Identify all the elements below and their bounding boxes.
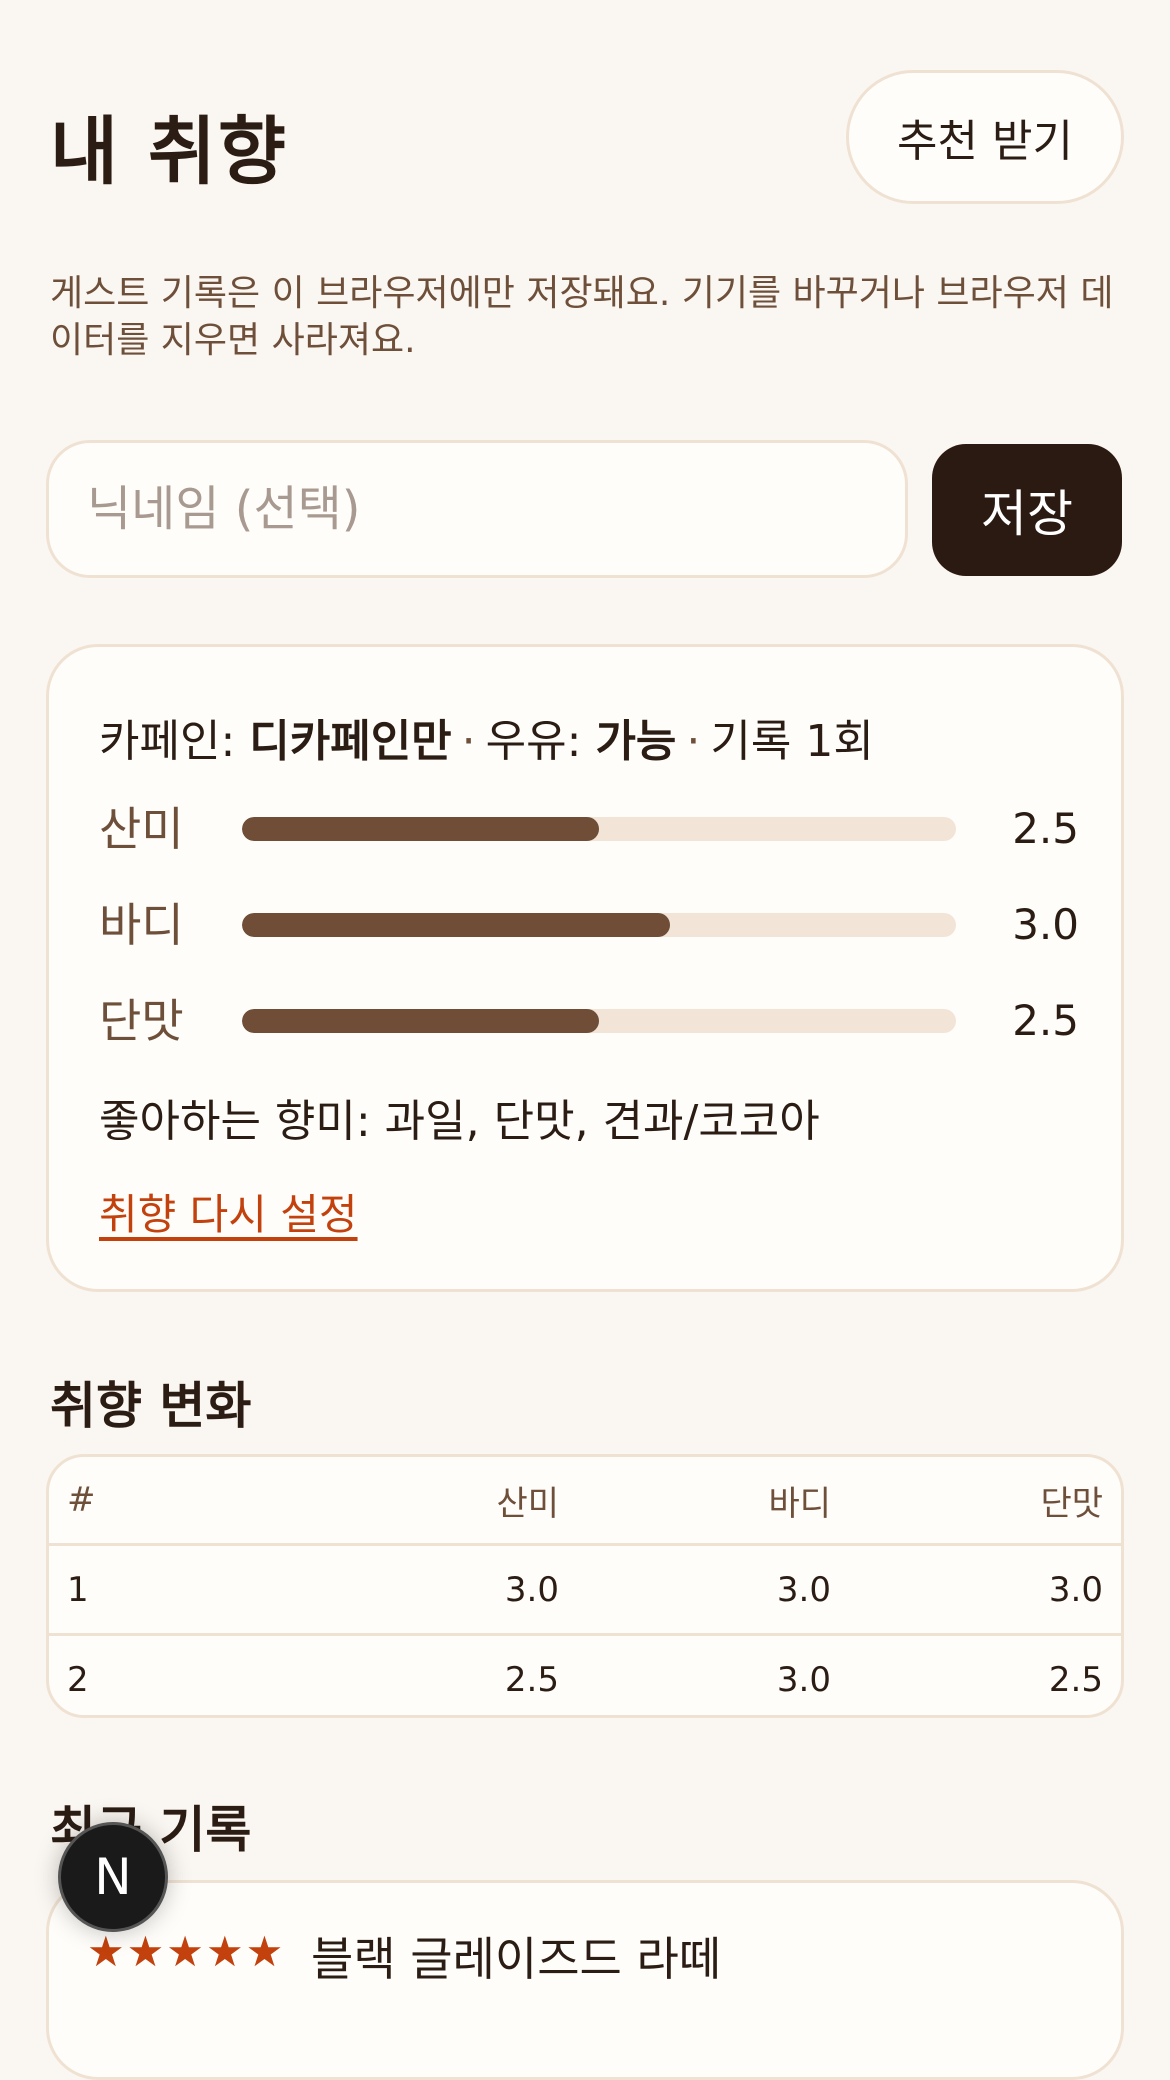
history-heading: 취향 변화: [50, 1377, 252, 1435]
table-cell: 3.0: [776, 1659, 831, 1700]
bar-track: [242, 913, 956, 937]
bar-label: 단맛: [99, 994, 184, 1048]
bar-fill: [242, 817, 599, 841]
guest-notice: 게스트 기록은 이 브라우저에만 저장돼요. 기기를 바꾸거나 브라우저 데이터…: [50, 273, 1114, 361]
get-recommendation-button[interactable]: 추천 받기: [846, 70, 1124, 204]
table-cell: 2: [67, 1659, 89, 1700]
table-header-row: # 산미 바디 단맛: [49, 1457, 1121, 1546]
recent-record-item[interactable]: ★★★★★ 블랙 글레이즈드 라떼: [46, 1880, 1124, 2080]
bar-label: 바디: [99, 898, 184, 952]
reset-preferences-link[interactable]: 취향 다시 설정: [99, 1181, 358, 1242]
table-row: 1 3.0 3.0 3.0: [49, 1544, 1121, 1636]
bar-fill: [242, 913, 671, 937]
table-cell: 3.0: [849, 1544, 1121, 1636]
bar-track: [242, 817, 956, 841]
milk-value: 가능: [595, 716, 677, 767]
table-cell: 1: [49, 1544, 305, 1636]
preference-summary: 카페인: 디카페인만 · 우유: 가능 · 기록 1회: [99, 705, 874, 769]
star-rating: ★★★★★: [87, 1927, 286, 1976]
nickname-input[interactable]: [46, 440, 908, 578]
bar-value: 2.5: [1012, 804, 1079, 853]
caffeine-label: 카페인:: [99, 716, 250, 767]
table-row: 2 2.5 3.0 2.5: [49, 1635, 1121, 1716]
table-cell: 2.5: [1048, 1659, 1103, 1700]
bar-track: [242, 1009, 956, 1033]
record-count: 기록 1회: [710, 716, 874, 767]
caffeine-value: 디카페인만: [249, 716, 452, 767]
column-header: #: [49, 1457, 305, 1546]
separator: ·: [686, 716, 701, 767]
sweetness-bar-row: 단맛 2.5: [99, 991, 1079, 1051]
bar-label: 산미: [99, 802, 184, 856]
bar-fill: [242, 1009, 599, 1033]
milk-label: 우유:: [485, 716, 596, 767]
bar-value: 2.5: [1012, 996, 1079, 1045]
separator: ·: [461, 716, 476, 767]
acidity-bar-row: 산미 2.5: [99, 799, 1079, 859]
bar-value: 3.0: [1012, 900, 1079, 949]
column-header: 단맛: [849, 1457, 1121, 1546]
column-header: 바디: [577, 1457, 849, 1546]
history-table: # 산미 바디 단맛 1 3.0 3.0 3.0 2 2.5 3.0 2.5: [46, 1454, 1124, 1718]
taste-summary-card: 카페인: 디카페인만 · 우유: 가능 · 기록 1회 산미 2.5 바디 3.0 단맛…: [46, 644, 1124, 1292]
page-title: 내 취향: [50, 109, 289, 195]
table-cell: 2.5: [504, 1659, 559, 1700]
table-cell: 3.0: [577, 1544, 849, 1636]
column-header: 산미: [305, 1457, 577, 1546]
body-bar-row: 바디 3.0: [99, 895, 1079, 955]
taste-profile-page: 내 취향 추천 받기 게스트 기록은 이 브라우저에만 저장돼요. 기기를 바꾸…: [0, 0, 1170, 2080]
page-header: 내 취향 추천 받기: [50, 70, 1124, 206]
save-button[interactable]: 저장: [932, 444, 1122, 576]
drink-name: 블랙 글레이즈드 라떼: [311, 1932, 722, 1986]
nickname-row: 저장: [46, 440, 1122, 578]
nextjs-dev-indicator-button[interactable]: N: [58, 1822, 168, 1932]
liked-flavors: 좋아하는 향미: 과일, 단맛, 견과/코코아: [99, 1096, 820, 1147]
table-cell: 3.0: [305, 1544, 577, 1636]
